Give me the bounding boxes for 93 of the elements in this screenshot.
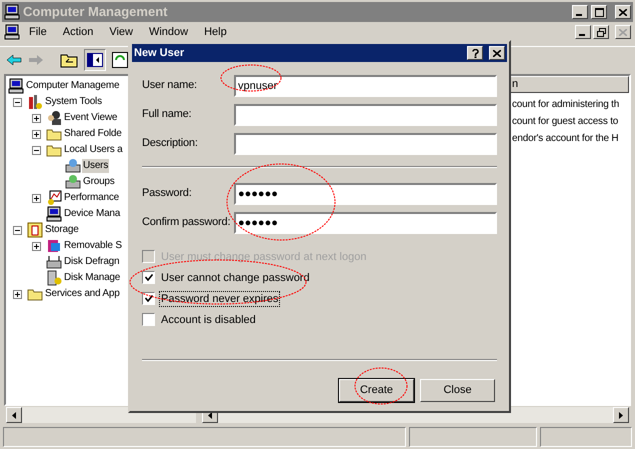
list-cell[interactable]: count for guest access to — [512, 113, 629, 130]
expand-icon[interactable] — [32, 194, 41, 202]
tree-toggle-icon[interactable] — [87, 52, 103, 66]
checkbox-label: Account is disabled — [160, 312, 257, 326]
tree-item[interactable]: System Tools — [44, 95, 103, 109]
collapse-icon[interactable] — [32, 146, 41, 154]
monitor-icon — [46, 206, 62, 222]
tools-icon — [27, 94, 43, 110]
menu-item[interactable]: File — [22, 26, 54, 38]
text-field[interactable] — [234, 104, 497, 126]
checkbox[interactable] — [142, 313, 155, 326]
minimize-button[interactable] — [575, 25, 591, 39]
close-button[interactable] — [615, 25, 631, 39]
checkbox-label: Password never expires — [160, 292, 280, 306]
log-icon — [27, 222, 43, 238]
text-field[interactable]: vpnuser — [234, 74, 497, 96]
menu-item[interactable]: Window — [142, 26, 196, 38]
dialog-title: New User — [134, 46, 186, 61]
close-button[interactable] — [489, 46, 505, 60]
app-icon — [4, 4, 20, 20]
computer-icon — [8, 78, 24, 94]
annotation-ellipse — [354, 368, 408, 404]
restore-icon — [596, 28, 606, 36]
dialog-button[interactable]: Create — [339, 379, 414, 402]
tree-item[interactable]: Users — [82, 159, 110, 173]
collapse-icon[interactable] — [13, 98, 22, 106]
menu-item[interactable]: Help — [197, 26, 234, 38]
drive-icon — [65, 158, 81, 174]
field-label: Full name: — [142, 107, 192, 122]
folder-up-icon[interactable] — [60, 52, 78, 68]
tree-item[interactable]: Removable S — [63, 239, 123, 253]
folder-icon — [46, 127, 62, 141]
help-icon — [472, 48, 478, 58]
services-icon — [46, 270, 62, 286]
maximize-icon — [594, 8, 604, 16]
expand-icon[interactable] — [13, 290, 22, 298]
tree-item[interactable]: Groups — [82, 175, 116, 189]
folder-icon — [46, 143, 62, 157]
checkbox[interactable] — [142, 271, 155, 284]
drive-icon — [46, 254, 62, 270]
annotation-ellipse — [220, 64, 282, 92]
minimize-button[interactable] — [572, 5, 588, 19]
collapse-icon[interactable] — [13, 226, 22, 234]
close-button[interactable] — [615, 5, 631, 19]
maximize-button[interactable] — [591, 5, 607, 19]
close-icon — [619, 28, 627, 36]
field-label: Confirm password: — [142, 215, 231, 230]
tree-item[interactable]: Event Viewe — [63, 111, 118, 125]
scroll-left-button[interactable] — [6, 407, 22, 423]
defrag-icon — [46, 238, 62, 254]
tree-item[interactable]: Device Mana — [63, 207, 122, 221]
tree-item[interactable]: Disk Manage — [63, 271, 122, 285]
drive-icon — [65, 174, 81, 190]
chart-icon — [46, 190, 62, 206]
list-cell[interactable]: count for administering th — [512, 96, 629, 113]
scroll-right-icon — [619, 412, 623, 418]
checkbox-label: User cannot change password — [160, 270, 311, 284]
scroll-left-icon — [12, 412, 16, 418]
scroll-right-button[interactable] — [613, 407, 629, 423]
expand-icon[interactable] — [32, 114, 41, 122]
list-cell[interactable]: endor's account for the H — [512, 130, 629, 147]
back-icon[interactable] — [6, 54, 22, 66]
menu-item[interactable]: Action — [56, 26, 100, 38]
tree-item[interactable]: Local Users a — [63, 143, 124, 157]
close-icon — [619, 8, 627, 16]
tree-item[interactable]: Computer Manageme — [25, 79, 120, 93]
folder-icon — [27, 287, 43, 301]
checkbox[interactable] — [142, 292, 155, 305]
help-button[interactable] — [467, 46, 483, 60]
field-label: User name: — [142, 78, 198, 94]
tree-item[interactable]: Performance — [63, 191, 120, 205]
check-icon — [144, 274, 152, 281]
users-icon — [46, 110, 62, 126]
field-label: Password: — [142, 186, 193, 202]
tree-item[interactable]: Disk Defragn — [63, 255, 120, 269]
menu-item[interactable]: View — [102, 26, 140, 38]
text-field[interactable]: ●●●●●● — [234, 182, 497, 204]
refresh-icon[interactable] — [112, 52, 128, 68]
expand-icon[interactable] — [32, 130, 41, 138]
tree-item[interactable]: Storage — [44, 223, 80, 237]
check-icon — [144, 295, 152, 302]
text-field[interactable] — [234, 132, 497, 154]
close-icon — [493, 50, 501, 56]
text-field[interactable]: ●●●●●● — [234, 212, 497, 234]
app-icon — [4, 24, 20, 40]
restore-button[interactable] — [593, 25, 609, 39]
dialog-button[interactable]: Close — [420, 379, 495, 402]
window-title: Computer Management — [23, 3, 168, 22]
tree-item[interactable]: Shared Folde — [63, 127, 123, 141]
expand-icon[interactable] — [32, 242, 41, 250]
scroll-left-icon — [208, 412, 212, 418]
tree-item[interactable]: Services and App — [44, 287, 121, 301]
field-label: Description: — [142, 136, 199, 152]
